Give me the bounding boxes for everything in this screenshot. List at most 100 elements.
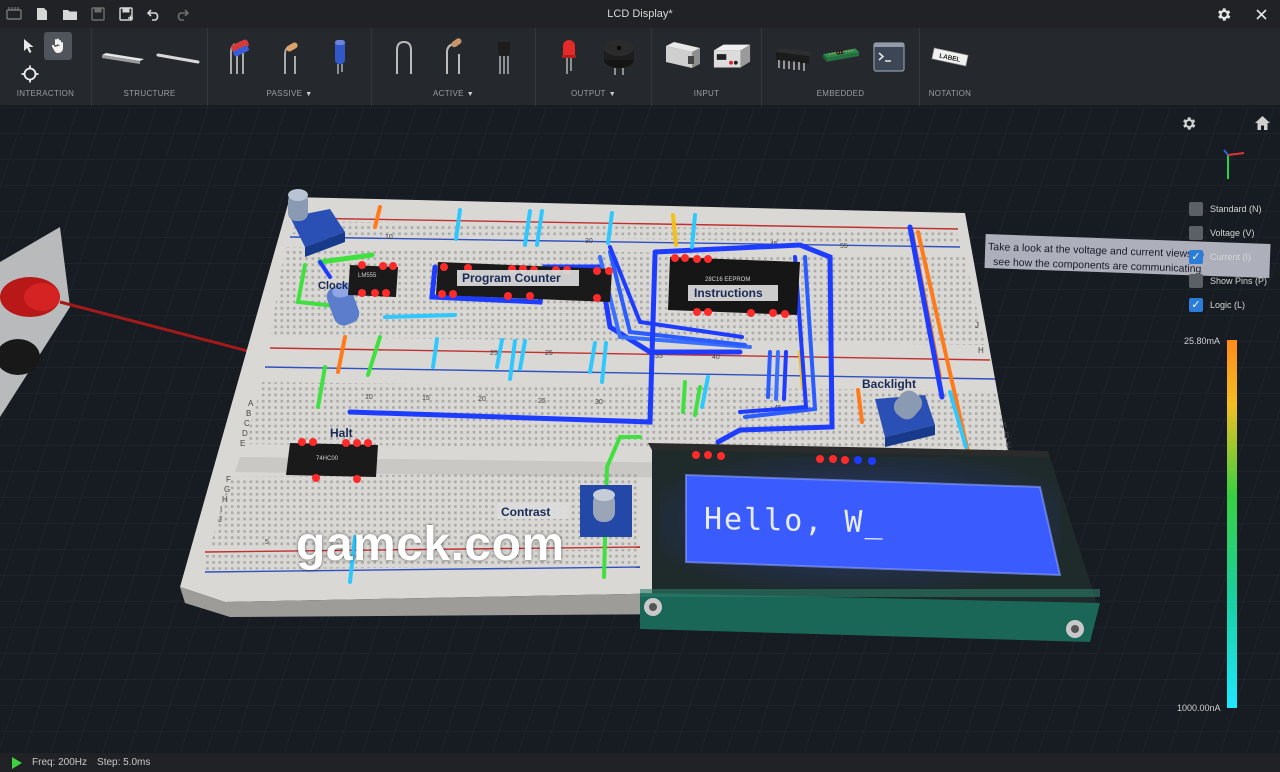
- toolbar-group-label: PASSIVE ▼: [267, 86, 313, 102]
- dropdown-caret-icon[interactable]: ▼: [467, 91, 474, 98]
- scene-canvas[interactable]: Take a look at the voltage and current v…: [0, 107, 1280, 753]
- column-number: 30: [585, 238, 593, 245]
- row-letter: C: [1006, 441, 1012, 450]
- layer-checkbox-checked[interactable]: ✓: [1189, 249, 1203, 264]
- wire-tool[interactable]: [156, 37, 200, 77]
- hand-pan-tool[interactable]: [43, 32, 72, 60]
- close-icon[interactable]: [1242, 0, 1280, 28]
- column-number: 10: [365, 394, 373, 401]
- row-letter: B: [1004, 431, 1009, 440]
- diode-tool[interactable]: [384, 37, 424, 77]
- save-as-icon[interactable]: [112, 0, 140, 28]
- watermark: gamck.com: [296, 518, 565, 571]
- contrast-potentiometer[interactable]: [580, 485, 632, 537]
- row-letter: F: [226, 475, 231, 484]
- save-icon[interactable]: [84, 0, 112, 28]
- layer-checkbox-checked[interactable]: ✓: [1189, 297, 1203, 312]
- play-icon[interactable]: [12, 756, 22, 769]
- layer-label: Logic (L): [1210, 299, 1246, 310]
- row-letter: A: [248, 399, 254, 408]
- viewport-settings-icon[interactable]: [1180, 115, 1197, 137]
- lcd-module[interactable]: Hello, W_: [640, 443, 1100, 642]
- lcd-text: Hello, W_: [704, 502, 885, 541]
- transistor-tool[interactable]: [434, 37, 474, 77]
- layer-label: Voltage (V): [1210, 227, 1255, 238]
- column-number: 25: [545, 350, 553, 357]
- layer-standard[interactable]: Standard (N): [1189, 201, 1267, 216]
- dropdown-caret-icon[interactable]: ▼: [609, 91, 616, 98]
- microcontroller-tool[interactable]: [821, 37, 861, 77]
- simulator-app: LCD Display* INTERACTION STRUCTURE PASSI…: [0, 0, 1280, 772]
- crosshair-probe-tool[interactable]: [19, 64, 41, 84]
- open-folder-icon[interactable]: [56, 0, 84, 28]
- capacitor-tool[interactable]: [320, 37, 360, 77]
- timer-chip-label: LM555: [358, 273, 377, 279]
- transistor-to92-tool[interactable]: [484, 37, 524, 77]
- ic-chip-tool[interactable]: [773, 37, 813, 77]
- toolbar-group-label: INPUT: [693, 89, 720, 98]
- app-logo-icon: [0, 0, 28, 28]
- layer-voltage[interactable]: Voltage (V): [1189, 225, 1267, 240]
- column-number: 40: [712, 354, 720, 361]
- column-number: 30: [595, 399, 603, 406]
- buzzer-tool[interactable]: [599, 37, 639, 77]
- title-bar-right: [1204, 0, 1280, 28]
- row-letter: E: [240, 439, 245, 448]
- layer-label: Current (I): [1210, 251, 1252, 262]
- row-letter: B: [246, 409, 251, 418]
- column-number: 10: [385, 234, 393, 241]
- toolbar-group-label: NOTATION: [928, 89, 972, 98]
- toolbar-group-label: OUTPUT ▼: [571, 86, 616, 102]
- dropdown-caret-icon[interactable]: ▼: [305, 91, 312, 98]
- view-layer-toggles: Standard (N) Voltage (V) ✓ Current (I) S…: [1189, 201, 1267, 312]
- layer-checkbox[interactable]: [1189, 201, 1203, 216]
- column-number: 15: [422, 395, 430, 402]
- row-letter: D: [242, 429, 248, 438]
- switch-tool[interactable]: [662, 37, 702, 77]
- row-letter: I: [220, 505, 222, 514]
- resistor-tool[interactable]: [270, 37, 310, 77]
- layer-show-pins[interactable]: Show Pins (P): [1189, 273, 1267, 288]
- row-letter: J: [975, 321, 979, 330]
- toolbar-group-label: INTERACTION: [16, 89, 75, 98]
- legend-max-value: 25.80mA: [1184, 336, 1221, 346]
- settings-icon[interactable]: [1204, 0, 1242, 28]
- undo-icon[interactable]: [140, 0, 168, 28]
- program-counter-label: Program Counter: [462, 271, 561, 285]
- row-letter: H: [978, 346, 984, 355]
- backlight-label: Backlight: [862, 377, 916, 391]
- row-letter: G: [224, 485, 230, 494]
- home-view-icon[interactable]: [1254, 115, 1271, 136]
- power-supply-tool[interactable]: [712, 37, 752, 77]
- toolbar-group-output: OUTPUT ▼: [536, 28, 652, 106]
- layer-current[interactable]: ✓ Current (I): [1189, 249, 1267, 264]
- toolbar-group-label-text: PASSIVE: [266, 89, 303, 98]
- resistor-pack-tool[interactable]: [220, 37, 260, 77]
- layer-checkbox[interactable]: [1189, 273, 1203, 288]
- current-legend-bar: [1227, 340, 1237, 708]
- breadboard-tool[interactable]: [100, 37, 146, 77]
- toolbar-group-embedded: EMBEDDED: [762, 28, 920, 106]
- 3d-viewport[interactable]: Take a look at the voltage and current v…: [0, 107, 1280, 753]
- layer-checkbox[interactable]: [1189, 225, 1203, 240]
- instructions-label: Instructions: [694, 286, 763, 300]
- layer-logic[interactable]: ✓ Logic (L): [1189, 297, 1267, 312]
- row-letter: J: [218, 515, 222, 524]
- layer-label: Show Pins (P): [1210, 275, 1268, 286]
- toolbar-group-notation: LABEL NOTATION: [920, 28, 980, 106]
- pointer-select-tool[interactable]: [16, 34, 42, 58]
- led-tool[interactable]: [549, 37, 589, 77]
- label-tool[interactable]: LABEL: [930, 37, 970, 77]
- terminal-tool[interactable]: [869, 37, 909, 77]
- legend-min-value: 1000.00nA: [1177, 703, 1221, 713]
- column-number: 55: [840, 243, 848, 250]
- redo-icon[interactable]: [168, 0, 196, 28]
- new-file-icon[interactable]: [28, 0, 56, 28]
- toolbar-group-structure: STRUCTURE: [92, 28, 208, 106]
- eeprom-chip-label: 28C16 EEPROM: [705, 277, 750, 283]
- column-number: 20: [478, 396, 486, 403]
- halt-label: Halt: [330, 426, 353, 440]
- halt-chip[interactable]: 74HC00: [286, 443, 378, 477]
- toolbar-group-label-text: OUTPUT: [571, 89, 606, 98]
- toolbar-group-label: STRUCTURE: [123, 89, 176, 98]
